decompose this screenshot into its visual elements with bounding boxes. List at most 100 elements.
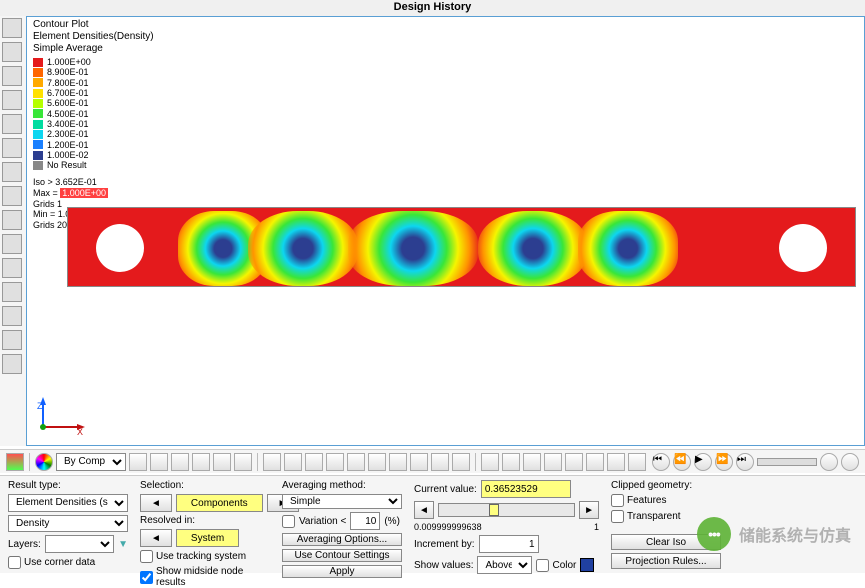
anim-record-icon[interactable] [841,453,859,471]
toolbar-icon[interactable] [2,330,22,350]
view-toolbar: By Comp ⏮ ⏪ ▶ ⏩ ⏭ [0,449,865,473]
toolbar-icon[interactable] [2,90,22,110]
view-button[interactable] [410,453,428,471]
anim-slider[interactable] [757,458,817,466]
slider-dec-button[interactable]: ◄ [414,501,434,519]
avg-options-button[interactable]: Averaging Options... [282,533,402,546]
sel-prev-button[interactable]: ◄ [140,494,172,512]
variation-pct: (%) [384,516,400,527]
toolbar-icon[interactable] [2,66,22,86]
color-legend: 1.000E+00 8.900E-01 7.800E-01 6.700E-01 … [33,57,91,171]
density-select[interactable]: Density [8,515,128,533]
wireframe-icon[interactable] [150,453,168,471]
anim-play-icon[interactable]: ▶ [694,453,712,471]
feature-icon[interactable] [234,453,252,471]
features-checkbox[interactable]: Features [611,494,721,507]
left-toolbar [0,16,26,446]
contour-geometry [67,207,856,287]
color-checkbox[interactable]: Color [536,559,576,572]
system-button[interactable]: System [176,529,239,547]
toolbar-icon[interactable] [2,186,22,206]
use-tracking-checkbox[interactable]: Use tracking system [140,550,270,563]
res-prev-button[interactable]: ◄ [140,529,172,547]
toolbar-button[interactable] [35,453,53,471]
slider-min: 0.009999999638 [414,522,482,532]
view-button[interactable] [502,453,520,471]
toolbar-icon[interactable] [2,138,22,158]
wechat-icon: ••• [697,517,731,551]
main-area: Contour Plot Element Densities(Density) … [0,16,865,446]
variation-checkbox[interactable] [282,515,295,528]
toolbar-icon[interactable] [2,114,22,134]
view-button[interactable] [565,453,583,471]
window-title: Design History [0,0,865,16]
view-button[interactable] [481,453,499,471]
display-mode-select[interactable]: By Comp [56,453,126,471]
viewport-3d[interactable]: Contour Plot Element Densities(Density) … [26,16,865,446]
toolbar-icon[interactable] [2,354,22,374]
toolbar-icon[interactable] [2,282,22,302]
view-button[interactable] [284,453,302,471]
increment-input[interactable] [479,535,539,553]
view-button[interactable] [326,453,344,471]
variation-input[interactable] [350,512,380,530]
slider-max: 1 [594,522,599,532]
anim-first-icon[interactable]: ⏮ [652,453,670,471]
anim-prev-icon[interactable]: ⏪ [673,453,691,471]
components-button[interactable]: Components [176,494,263,512]
apply-button[interactable]: Apply [282,565,402,578]
toolbar-icon[interactable] [2,210,22,230]
current-value-input[interactable] [481,480,571,498]
axis-triad: Z X [35,395,95,437]
slider-inc-button[interactable]: ► [579,501,599,519]
use-contour-button[interactable]: Use Contour Settings [282,549,402,562]
avg-method-label: Averaging method: [282,480,402,491]
toolbar-icon[interactable] [2,306,22,326]
anim-last-icon[interactable]: ⏭ [736,453,754,471]
anim-next-icon[interactable]: ⏩ [715,453,733,471]
projection-rules-button[interactable]: Projection Rules... [611,553,721,569]
toolbar-icon[interactable] [2,42,22,62]
layers-label: Layers: [8,539,41,550]
clipped-label: Clipped geometry: [611,480,721,491]
view-button[interactable] [544,453,562,471]
anim-settings-icon[interactable] [820,453,838,471]
view-button[interactable] [628,453,646,471]
result-type-select[interactable]: Element Densities (s) [8,494,128,512]
toolbar-icon[interactable] [2,18,22,38]
view-button[interactable] [347,453,365,471]
view-button[interactable] [368,453,386,471]
layers-select[interactable] [45,535,114,553]
show-values-select[interactable]: Above [477,556,532,574]
hidden-icon[interactable] [213,453,231,471]
view-button[interactable] [389,453,407,471]
filter-icon[interactable]: ▼ [118,539,128,550]
iso-slider[interactable] [438,503,575,517]
result-type-label: Result type: [8,480,128,491]
toolbar-icon[interactable] [2,234,22,254]
view-button[interactable] [452,453,470,471]
toolbar-button[interactable] [6,453,24,471]
plot-title: Contour Plot Element Densities(Density) … [33,19,154,55]
view-button[interactable] [305,453,323,471]
avg-method-select[interactable]: Simple [282,494,402,509]
view-button[interactable] [431,453,449,471]
use-corner-checkbox[interactable]: Use corner data [8,556,128,569]
show-midside-checkbox[interactable]: Show midside node results [140,566,270,588]
view-button[interactable] [586,453,604,471]
mesh-icon[interactable] [171,453,189,471]
toolbar-icon[interactable] [2,162,22,182]
show-values-label: Show values: [414,560,473,571]
variation-label: Variation < [299,516,346,527]
selection-label: Selection: [140,480,270,491]
view-button[interactable] [523,453,541,471]
resolved-label: Resolved in: [140,515,270,526]
view-button[interactable] [263,453,281,471]
shaded-icon[interactable] [129,453,147,471]
increment-label: Increment by: [414,539,475,550]
toolbar-icon[interactable] [2,258,22,278]
transparent-icon[interactable] [192,453,210,471]
color-swatch[interactable] [580,558,594,572]
current-value-label: Current value: [414,484,477,495]
view-button[interactable] [607,453,625,471]
